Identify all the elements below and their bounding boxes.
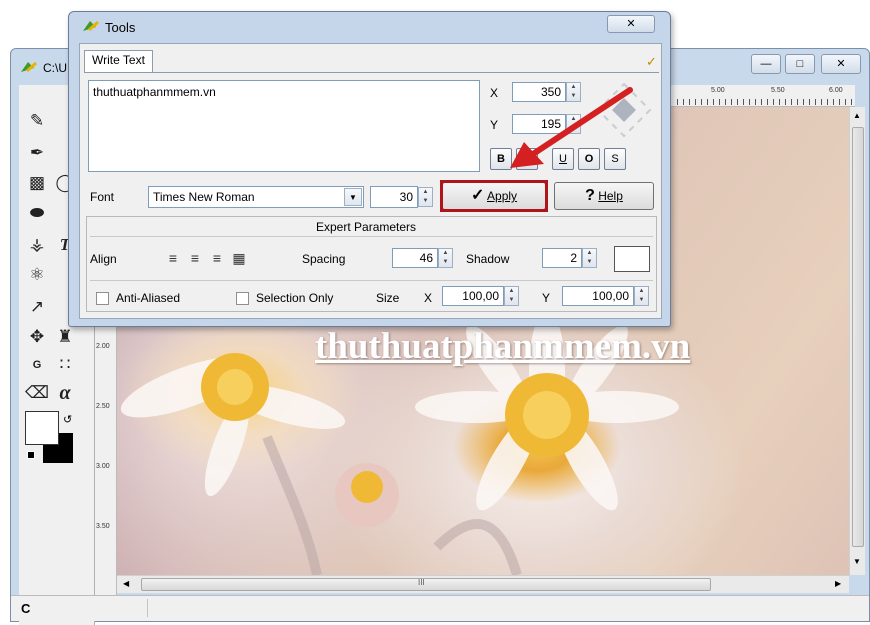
size-x-label: X [424, 291, 433, 305]
align-center-icon[interactable]: ≡ [186, 249, 204, 267]
canvas-text-preview: thuthuatphanmmem.vn [315, 326, 691, 367]
anti-aliased-checkbox[interactable] [96, 292, 109, 305]
scroll-right-arrow-icon[interactable]: ▶ [835, 579, 841, 588]
font-size-spinner[interactable]: ▲ ▼ [418, 187, 433, 207]
expert-divider-2 [90, 280, 653, 281]
font-label: Font [90, 190, 115, 204]
maximize-button[interactable]: □ [785, 54, 815, 74]
horizontal-scroll-thumb[interactable]: III [141, 578, 711, 591]
eraser-icon[interactable]: ⌫ [25, 381, 49, 405]
swap-colors-icon[interactable]: ↺ [63, 413, 72, 426]
ruler-label: 6.00 [829, 87, 843, 94]
help-button[interactable]: ? Help [554, 182, 654, 210]
tools-dialog-title: Tools [105, 20, 136, 35]
blob-icon[interactable]: ⬬ [25, 201, 49, 225]
shadow-field[interactable]: 2 [542, 248, 582, 268]
align-label: Align [90, 252, 117, 266]
font-size-field[interactable]: 30 [370, 186, 418, 208]
app-logo-icon [21, 61, 37, 73]
vertical-scrollbar[interactable]: ▲ ▼ [849, 107, 865, 575]
size-y-field[interactable]: 100,00 [562, 286, 634, 306]
scroll-down-arrow-icon[interactable]: ▼ [853, 557, 861, 566]
scroll-grip: III [418, 578, 425, 587]
foreground-color-swatch[interactable] [25, 411, 59, 445]
size-y-spinner[interactable]: ▲ ▼ [634, 286, 649, 306]
ruler-label: 2.50 [96, 403, 110, 410]
default-colors-icon[interactable] [27, 451, 35, 459]
spray-icon[interactable]: ∷ [53, 353, 77, 377]
tab-write-text[interactable]: Write Text [84, 50, 153, 72]
eyedropper-icon[interactable]: ↗ [25, 295, 49, 319]
scroll-left-arrow-icon[interactable]: ◀ [123, 579, 129, 588]
status-bar: C [11, 595, 869, 621]
pen-icon[interactable]: ✎ [25, 109, 49, 133]
text-input-area[interactable]: thuthuatphanmmem.vn [88, 80, 480, 172]
spacing-label: Spacing [302, 252, 346, 266]
ruler-label: 5.00 [711, 87, 725, 94]
status-text: C [21, 601, 31, 616]
selection-only-checkbox[interactable] [236, 292, 249, 305]
help-question-icon: ? [585, 187, 595, 204]
pin-icon[interactable]: ✓ [646, 54, 657, 70]
scroll-up-arrow-icon[interactable]: ▲ [853, 111, 861, 120]
size-x-field[interactable]: 100,00 [442, 286, 504, 306]
font-dropdown-arrow-icon[interactable]: ▼ [344, 188, 362, 206]
shadow-label: Shadow [466, 252, 510, 266]
fill-bucket-icon[interactable]: ⚶ [25, 233, 49, 257]
tools-logo-icon [83, 20, 99, 32]
expert-parameters-title: Expert Parameters [316, 220, 417, 234]
vertical-scroll-thumb[interactable] [852, 127, 864, 547]
font-select[interactable]: Times New Roman [148, 186, 364, 208]
annotation-arrow-icon [510, 87, 633, 168]
spacing-field[interactable]: 46 [392, 248, 438, 268]
close-window-button[interactable]: ✕ [821, 54, 861, 74]
tab-underline [84, 72, 659, 73]
apply-highlight-box [440, 180, 548, 212]
expert-divider [90, 236, 653, 237]
help-label: Help [598, 189, 623, 203]
align-justify-icon[interactable]: ▦ [230, 249, 248, 267]
ruler-label: 2.00 [96, 343, 110, 350]
size-label: Size [376, 291, 400, 305]
align-right-icon[interactable]: ≡ [208, 249, 226, 267]
minimize-button[interactable]: — [751, 54, 781, 74]
ruler-label: 3.00 [96, 463, 110, 470]
shadow-color-swatch[interactable] [614, 246, 650, 272]
align-left-icon[interactable]: ≡ [164, 249, 182, 267]
rectangle-icon[interactable]: ▩ [25, 171, 49, 195]
size-y-label: Y [542, 291, 551, 305]
alpha-icon[interactable]: α [53, 381, 77, 405]
horizontal-scrollbar[interactable]: ◀ III ▶ [117, 575, 849, 593]
size-x-spinner[interactable]: ▲ ▼ [504, 286, 519, 306]
spacing-spinner[interactable]: ▲ ▼ [438, 248, 453, 268]
status-divider [147, 599, 148, 617]
magic-wand-icon[interactable]: ⚛ [25, 263, 49, 287]
selection-only-label: Selection Only [256, 291, 334, 305]
pencil-icon[interactable]: ✒ [25, 141, 49, 165]
tools-close-button[interactable]: ✕ [607, 15, 655, 33]
grid-g-icon[interactable]: G [25, 353, 49, 377]
ruler-ticks [677, 99, 855, 105]
ruler-label: 5.50 [771, 87, 785, 94]
move-icon[interactable]: ✥ [25, 325, 49, 349]
shadow-spinner[interactable]: ▲ ▼ [582, 248, 597, 268]
main-window-title: C:\U [43, 61, 67, 75]
anti-aliased-label: Anti-Aliased [116, 291, 181, 305]
stamp-icon[interactable]: ♜ [53, 325, 77, 349]
ruler-label: 3.50 [96, 523, 110, 530]
